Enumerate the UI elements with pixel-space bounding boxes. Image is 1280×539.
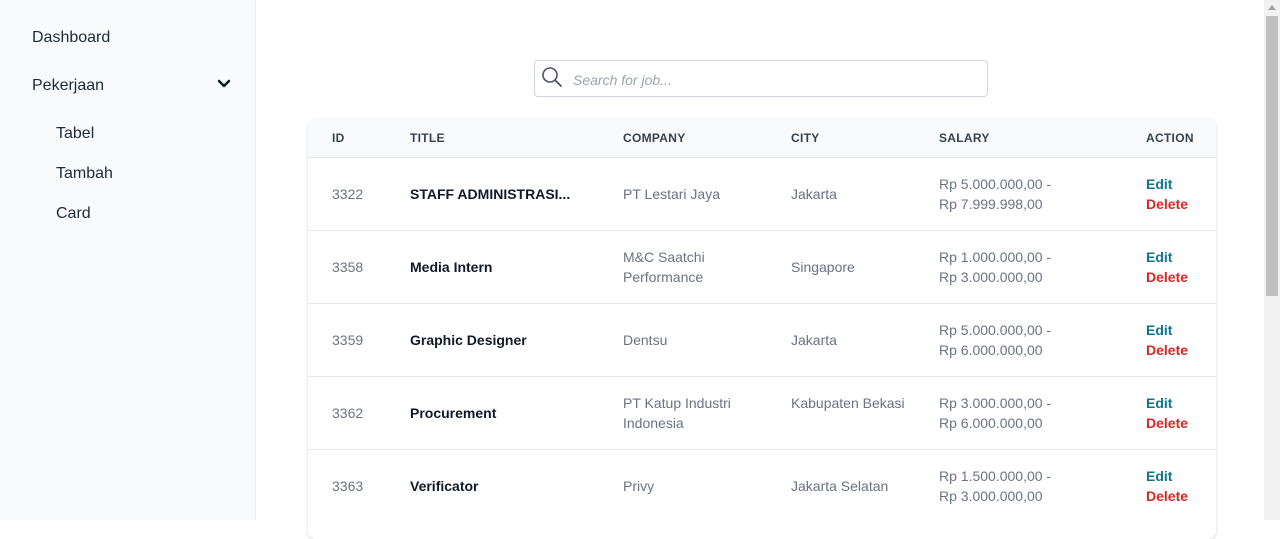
cell-company: PT Katup Industri Indonesia <box>623 395 731 431</box>
sidebar-item-tambah[interactable]: Tambah <box>56 164 113 184</box>
cell-salary: Rp 5.000.000,00 - Rp 7.999.998,00 <box>939 174 1099 214</box>
cell-salary: Rp 3.000.000,00 - Rp 6.000.000,00 <box>939 393 1099 433</box>
scroll-up-arrow-icon[interactable] <box>1268 5 1276 10</box>
header-salary: SALARY <box>939 131 990 145</box>
cell-title: Media Intern <box>410 259 493 275</box>
table-row: 3362 Procurement PT Katup Industri Indon… <box>308 376 1216 449</box>
sidebar-item-card[interactable]: Card <box>56 204 91 224</box>
table-row: 3322 STAFF ADMINISTRASI... PT Lestari Ja… <box>308 157 1216 230</box>
cell-id: 3363 <box>332 478 364 494</box>
sidebar-item-dashboard[interactable]: Dashboard <box>32 28 110 48</box>
cell-action: Edit Delete <box>1146 393 1188 433</box>
cell-title: Verificator <box>410 478 479 494</box>
header-id: ID <box>332 131 345 145</box>
cell-city: Jakarta <box>791 332 837 348</box>
salary-min: Rp 5.000.000,00 - <box>939 176 1052 192</box>
sidebar: Dashboard Pekerjaan Tabel Tambah Card <box>0 0 256 520</box>
search-box[interactable] <box>534 60 988 98</box>
scrollbar[interactable] <box>1264 0 1280 520</box>
cell-action: Edit Delete <box>1146 247 1188 287</box>
salary-max: Rp 6.000.000,00 <box>939 415 1043 431</box>
salary-min: Rp 1.500.000,00 - <box>939 468 1052 484</box>
cell-title: Graphic Designer <box>410 332 527 348</box>
table-row: 3363 Verificator Privy Jakarta Selatan R… <box>308 449 1216 522</box>
edit-button[interactable]: Edit <box>1146 320 1188 340</box>
delete-button[interactable]: Delete <box>1146 413 1188 433</box>
scrollbar-thumb[interactable] <box>1266 16 1278 296</box>
table-row: 3359 Graphic Designer Dentsu Jakarta Rp … <box>308 303 1216 376</box>
header-company: COMPANY <box>623 131 686 145</box>
delete-button[interactable]: Delete <box>1146 267 1188 287</box>
salary-max: Rp 3.000.000,00 <box>939 269 1043 285</box>
cell-salary: Rp 1.500.000,00 - Rp 3.000.000,00 <box>939 466 1099 506</box>
cell-action: Edit Delete <box>1146 466 1188 506</box>
cell-salary: Rp 5.000.000,00 - Rp 6.000.000,00 <box>939 320 1099 360</box>
header-title: TITLE <box>410 131 445 145</box>
cell-city: Jakarta <box>791 186 837 202</box>
salary-max: Rp 3.000.000,00 <box>939 488 1043 504</box>
main-content: ID TITLE COMPANY CITY SALARY ACTION 3322… <box>256 0 1264 539</box>
edit-button[interactable]: Edit <box>1146 174 1188 194</box>
table-header: ID TITLE COMPANY CITY SALARY ACTION <box>308 119 1216 157</box>
cell-id: 3359 <box>332 332 364 348</box>
cell-action: Edit Delete <box>1146 320 1188 360</box>
search-input[interactable] <box>571 61 975 98</box>
cell-id: 3358 <box>332 259 364 275</box>
cell-salary: Rp 1.000.000,00 - Rp 3.000.000,00 <box>939 247 1099 287</box>
delete-button[interactable]: Delete <box>1146 194 1188 214</box>
salary-max: Rp 6.000.000,00 <box>939 342 1043 358</box>
cell-company: PT Lestari Jaya <box>623 186 721 202</box>
cell-company: Dentsu <box>623 332 668 348</box>
cell-city: Kabupaten Bekasi <box>791 395 905 411</box>
cell-id: 3362 <box>332 405 364 421</box>
header-city: CITY <box>791 131 820 145</box>
cell-action: Edit Delete <box>1146 174 1188 214</box>
cell-city: Jakarta Selatan <box>791 478 889 494</box>
salary-min: Rp 1.000.000,00 - <box>939 249 1052 265</box>
cell-city: Singapore <box>791 259 855 275</box>
search-icon <box>542 67 562 87</box>
edit-button[interactable]: Edit <box>1146 466 1188 486</box>
delete-button[interactable]: Delete <box>1146 486 1188 506</box>
edit-button[interactable]: Edit <box>1146 393 1188 413</box>
jobs-table: ID TITLE COMPANY CITY SALARY ACTION 3322… <box>308 119 1216 539</box>
cell-company: Privy <box>623 478 655 494</box>
salary-min: Rp 5.000.000,00 - <box>939 322 1052 338</box>
salary-min: Rp 3.000.000,00 - <box>939 395 1052 411</box>
edit-button[interactable]: Edit <box>1146 247 1188 267</box>
header-action: ACTION <box>1146 131 1194 145</box>
cell-company: M&C Saatchi Performance <box>623 249 705 285</box>
salary-max: Rp 7.999.998,00 <box>939 196 1043 212</box>
sidebar-item-tabel[interactable]: Tabel <box>56 124 94 144</box>
cell-title: STAFF ADMINISTRASI... <box>410 186 571 202</box>
sidebar-item-pekerjaan[interactable]: Pekerjaan <box>32 76 104 96</box>
cell-title: Procurement <box>410 405 497 421</box>
table-row: 3358 Media Intern M&C Saatchi Performanc… <box>308 230 1216 303</box>
cell-id: 3322 <box>332 186 364 202</box>
delete-button[interactable]: Delete <box>1146 340 1188 360</box>
chevron-down-icon[interactable] <box>216 76 232 92</box>
